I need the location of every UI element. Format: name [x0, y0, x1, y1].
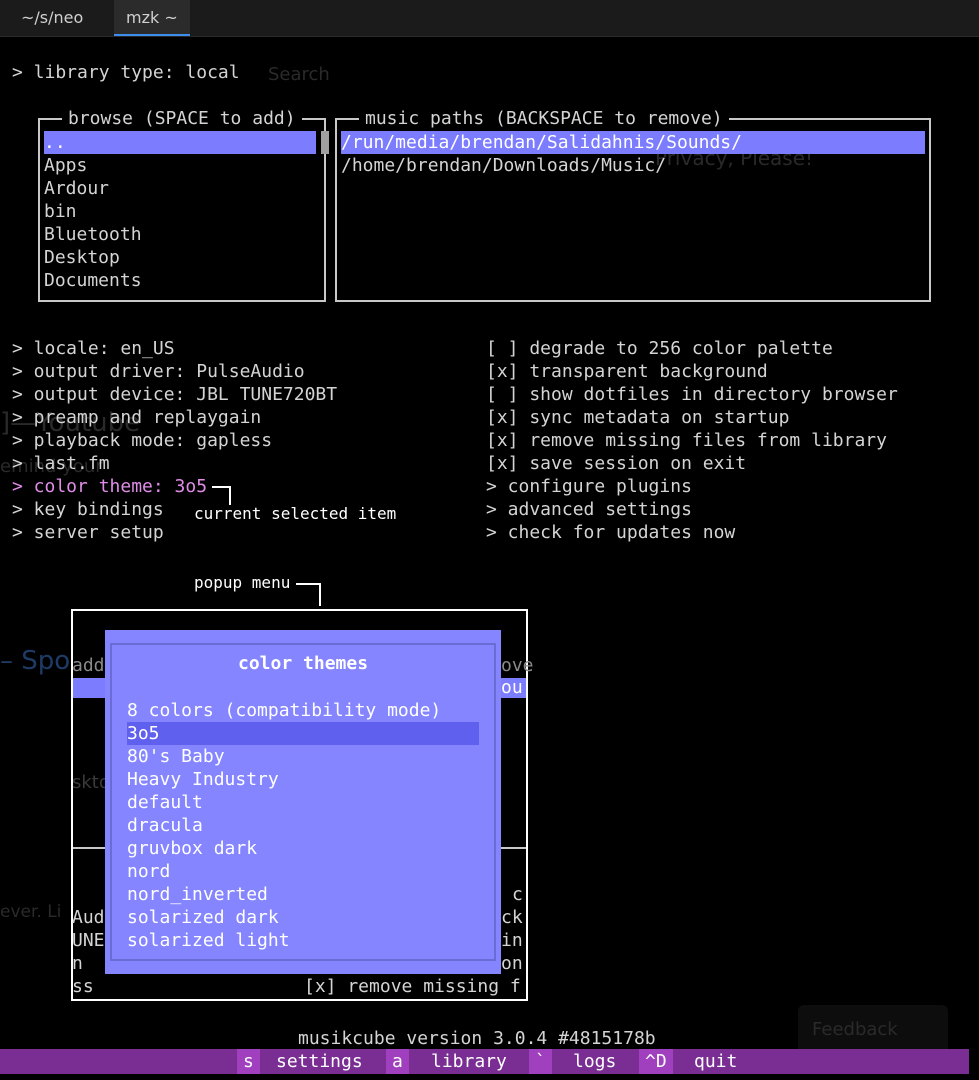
setting-color-theme[interactable]: > color theme: 3o5 [12, 475, 207, 498]
setting-server-setup[interactable]: > server setup [12, 521, 164, 544]
nav-quit[interactable]: quit [694, 1049, 737, 1074]
theme-option[interactable]: default [127, 791, 479, 814]
shortcut-key: s [237, 1049, 260, 1074]
music-paths-title: music paths (BACKSPACE to remove) [359, 108, 729, 130]
checkbox-degrade-palette[interactable]: [ ] degrade to 256 color palette [486, 337, 833, 360]
browse-panel-title: browse (SPACE to add) [62, 108, 302, 130]
music-path-item[interactable]: /run/media/brendan/Salidahnis/Sounds/ [341, 131, 925, 154]
theme-option[interactable]: nord_inverted [127, 883, 479, 906]
setting-playback-mode[interactable]: > playback mode: gapless [12, 429, 272, 452]
ghost-search-text: Search [268, 64, 330, 85]
checkbox-show-dotfiles[interactable]: [ ] show dotfiles in directory browser [486, 383, 898, 406]
setting-output-driver[interactable]: > output driver: PulseAudio [12, 360, 305, 383]
ghost-clever-text: ever. Li [0, 902, 62, 922]
annotation-popup-menu: popup menu [194, 573, 291, 592]
browse-item[interactable]: Desktop [44, 246, 120, 269]
ghost-spotify-text: – Spo [0, 646, 71, 676]
theme-option[interactable]: nord [127, 860, 479, 883]
theme-option[interactable]: 80's Baby [127, 745, 479, 768]
setting-key-bindings[interactable]: > key bindings [12, 498, 164, 521]
browse-item[interactable]: bin [44, 200, 77, 223]
browse-panel: browse (SPACE to add) .. Apps Ardour bin… [38, 108, 329, 302]
theme-option[interactable]: 8 colors (compatibility mode) [127, 699, 479, 722]
browse-item[interactable]: Ardour [44, 177, 109, 200]
status-bar: s settings a library ` logs ^D quit [0, 1049, 969, 1074]
ghost-feedback-text: Feedback [812, 1019, 898, 1040]
theme-option[interactable]: solarized light [127, 929, 479, 952]
popup-title: color themes [238, 653, 369, 674]
terminal-tab-mzk[interactable]: mzk ~ [114, 0, 190, 36]
nav-library[interactable]: library [431, 1049, 507, 1074]
checkbox-sync-metadata[interactable]: [x] sync metadata on startup [486, 406, 789, 429]
setting-output-device[interactable]: > output device: JBL TUNE720BT [12, 383, 337, 406]
music-paths-panel: music paths (BACKSPACE to remove) /run/m… [335, 108, 931, 302]
browse-item[interactable]: .. [44, 131, 316, 154]
setting-lastfm[interactable]: > last.fm [12, 452, 110, 475]
shortcut-key: a [386, 1049, 409, 1074]
annotation-selected-item: current selected item [194, 504, 397, 523]
theme-option[interactable]: solarized dark [127, 906, 479, 929]
checkbox-transparent-bg[interactable]: [x] transparent background [486, 360, 768, 383]
music-path-item[interactable]: /home/brendan/Downloads/Music/ [341, 154, 666, 177]
theme-option[interactable]: gruvbox dark [127, 837, 479, 860]
checkbox-remove-missing[interactable]: [x] remove missing files from library [486, 429, 887, 452]
theme-option[interactable]: dracula [127, 814, 479, 837]
setting-locale[interactable]: > locale: en_US [12, 337, 175, 360]
shortcut-key: ` [529, 1049, 552, 1074]
terminal-tab-neo[interactable]: ~/s/neo [9, 0, 95, 36]
theme-option-selected[interactable]: 3o5 [127, 722, 479, 745]
browse-item[interactable]: Apps [44, 154, 87, 177]
checkbox-save-session[interactable]: [x] save session on exit [486, 452, 746, 475]
browse-scrollbar[interactable] [321, 131, 329, 154]
nav-settings[interactable]: settings [276, 1049, 363, 1074]
setting-check-updates[interactable]: > check for updates now [486, 521, 735, 544]
setting-advanced[interactable]: > advanced settings [486, 498, 692, 521]
setting-preamp[interactable]: > preamp and replaygain [12, 406, 261, 429]
library-type-setting[interactable]: > library type: local [12, 61, 240, 84]
browse-item[interactable]: Documents [44, 269, 142, 292]
theme-option[interactable]: Heavy Industry [127, 768, 479, 791]
version-label: musikcube version 3.0.4 #4815178b [298, 1028, 656, 1049]
browse-item[interactable]: Bluetooth [44, 223, 142, 246]
setting-configure-plugins[interactable]: > configure plugins [486, 475, 692, 498]
shortcut-key: ^D [639, 1049, 673, 1074]
terminal-tab-bar: ~/s/neo mzk ~ [0, 0, 979, 37]
nav-logs[interactable]: logs [573, 1049, 616, 1074]
